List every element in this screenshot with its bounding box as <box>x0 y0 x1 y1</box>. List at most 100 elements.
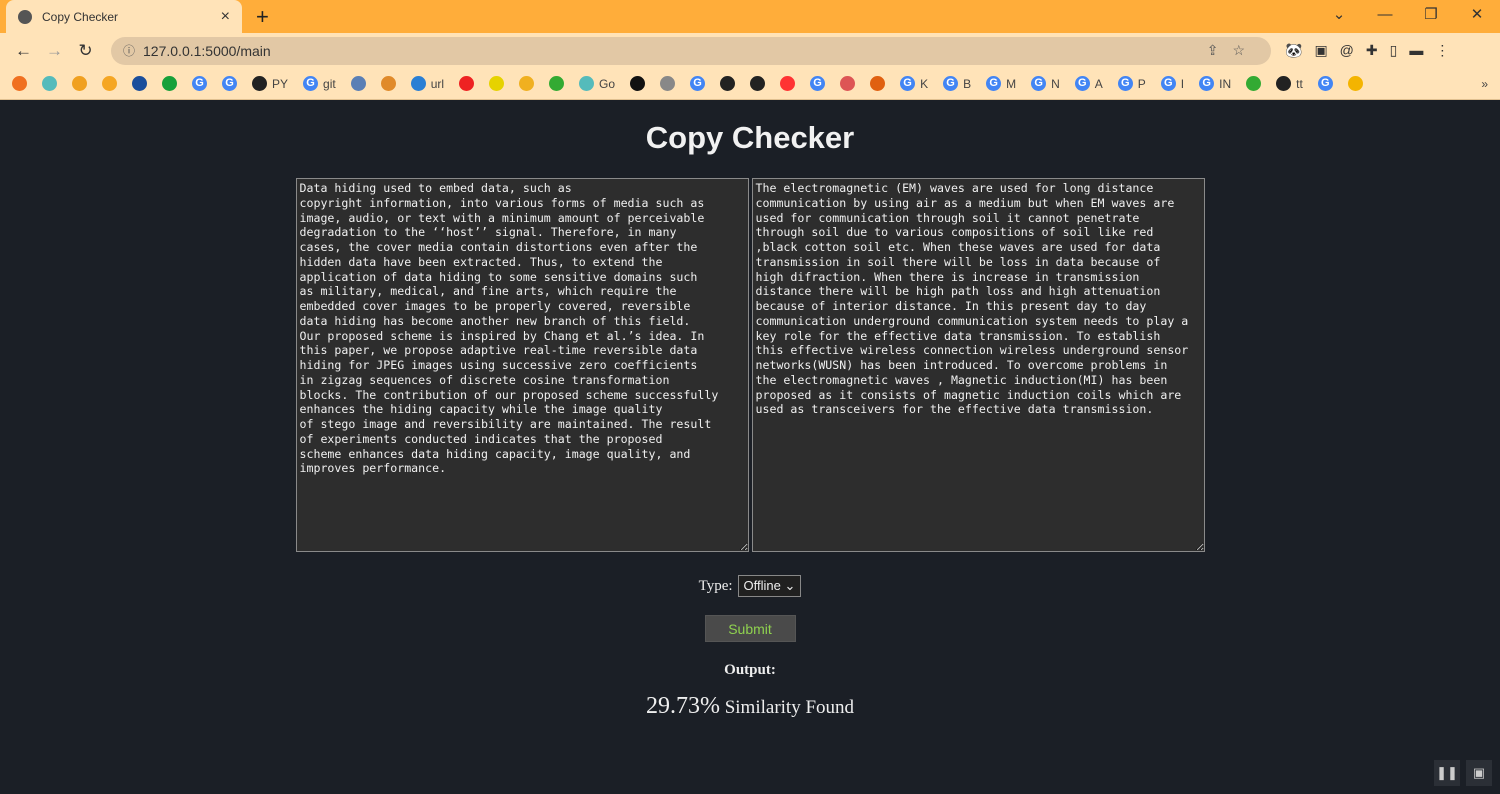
bookmark-item[interactable] <box>132 76 147 91</box>
type-select[interactable]: Offline ⌄ <box>737 575 802 597</box>
google-icon: G <box>690 76 706 91</box>
bookmark-item[interactable] <box>489 76 505 91</box>
bookmark-item[interactable] <box>870 76 886 91</box>
submit-button[interactable]: Submit <box>704 615 796 642</box>
bookmark-item[interactable]: G <box>192 76 207 91</box>
info-icon[interactable]: ⓘ <box>123 42 135 59</box>
minimize-button[interactable]: — <box>1362 0 1408 30</box>
bookmark-item[interactable]: PY <box>252 76 288 91</box>
restore-button[interactable]: ❐ <box>1408 0 1454 30</box>
side-panel-icon[interactable]: ▯ <box>1390 42 1398 59</box>
extensions-puzzle-icon[interactable]: ✚ <box>1366 42 1378 59</box>
panda-extension-icon[interactable]: 🐼 <box>1285 42 1302 59</box>
bookmark-item[interactable]: Go <box>579 76 615 91</box>
number-3-icon <box>162 76 177 91</box>
google-icon: G <box>900 76 916 91</box>
tab-search-icon[interactable]: ⌄ <box>1316 0 1362 30</box>
bookmark-label: I <box>1180 76 1185 91</box>
bookmark-item[interactable] <box>720 76 736 91</box>
bookmark-item[interactable]: G <box>222 76 237 91</box>
record-extension-icon[interactable]: ▬ <box>1409 42 1423 59</box>
text-input-2[interactable]: The electromagnetic (EM) waves are used … <box>751 178 1205 552</box>
figure-icon <box>660 76 676 91</box>
bookmark-item[interactable] <box>840 76 856 91</box>
google-icon: G <box>222 76 237 91</box>
bookmark-item[interactable]: G <box>1317 76 1333 91</box>
star-icon[interactable]: ☆ <box>1232 42 1259 58</box>
bookmark-item[interactable] <box>750 76 766 91</box>
address-bar[interactable]: ⓘ 127.0.0.1:5000/main ⇪☆ <box>111 36 1271 65</box>
bookmark-label: A <box>1094 76 1103 91</box>
pause-icon[interactable]: ❚❚ <box>1434 760 1460 786</box>
google-icon: G <box>1160 76 1176 91</box>
bookmark-item[interactable]: GN <box>1031 76 1060 91</box>
type-selected-value: Offline <box>743 578 781 593</box>
bookmark-item[interactable] <box>1246 76 1262 91</box>
diamond-icon <box>12 76 27 91</box>
shield-icon <box>579 76 595 91</box>
google-icon: G <box>1317 76 1333 91</box>
google-icon: G <box>1031 76 1047 91</box>
bookmark-item[interactable] <box>72 76 87 91</box>
bookmark-label: K <box>920 76 929 91</box>
back-button[interactable]: ← <box>8 41 39 61</box>
google-icon: G <box>943 76 959 91</box>
bookmark-label: git <box>323 76 336 91</box>
bookmark-item[interactable] <box>12 76 27 91</box>
wifi-icon <box>410 76 426 91</box>
bookmark-item[interactable]: G <box>810 76 826 91</box>
new-tab-button[interactable]: + <box>256 4 269 30</box>
google-icon: G <box>986 76 1002 91</box>
bookmark-item[interactable]: GA <box>1074 76 1103 91</box>
bookmark-label: N <box>1051 76 1060 91</box>
bookmark-item[interactable]: GP <box>1117 76 1146 91</box>
share-icon[interactable]: ⇪ <box>1207 42 1233 58</box>
profile-extension-icon[interactable]: ▣ <box>1314 42 1327 59</box>
bookmark-item[interactable]: tt <box>1276 76 1303 91</box>
bookmark-item[interactable] <box>380 76 396 91</box>
more-bookmarks-icon[interactable]: » <box>1481 77 1488 91</box>
bookmark-item[interactable]: GI <box>1160 76 1185 91</box>
plug-icon <box>350 76 366 91</box>
bookmark-item[interactable]: Ggit <box>303 76 336 91</box>
reload-button[interactable]: ↻ <box>70 41 101 61</box>
bookmark-item[interactable]: GB <box>943 76 971 91</box>
bus-icon <box>1276 76 1292 91</box>
bookmark-item[interactable] <box>102 76 117 91</box>
bookmark-item[interactable] <box>459 76 475 91</box>
pinwheel-icon <box>1347 76 1363 91</box>
bookmark-item[interactable] <box>549 76 565 91</box>
menu-icon[interactable]: ⋮ <box>1435 42 1449 59</box>
close-tab-icon[interactable]: × <box>221 8 230 26</box>
page-title: Copy Checker <box>645 120 855 155</box>
yandex-icon <box>780 76 796 91</box>
bookmark-item[interactable] <box>42 76 57 91</box>
github-icon <box>252 76 267 91</box>
speaker-icon <box>1246 76 1262 91</box>
bookmark-label: IN <box>1219 76 1232 91</box>
ieee-icon <box>132 76 147 91</box>
close-window-button[interactable]: ✕ <box>1454 0 1500 30</box>
bookmark-item[interactable] <box>660 76 676 91</box>
bookmark-item[interactable] <box>350 76 366 91</box>
at-extension-icon[interactable]: @ <box>1340 42 1354 59</box>
bookmark-item[interactable] <box>162 76 177 91</box>
bookmark-item[interactable] <box>1347 76 1363 91</box>
bookmark-item[interactable] <box>630 76 646 91</box>
similarity-percent: 29.73% <box>645 693 720 719</box>
bookmark-item[interactable]: GK <box>900 76 928 91</box>
google-icon: G <box>1117 76 1133 91</box>
chevron-down-icon: ⌄ <box>784 578 796 593</box>
forward-button[interactable]: → <box>39 41 70 61</box>
bookmark-item[interactable]: GM <box>986 76 1016 91</box>
bookmark-item[interactable]: url <box>410 76 444 91</box>
bookmark-item[interactable]: G IN <box>1199 76 1231 91</box>
globe-icon <box>720 76 736 91</box>
bookmark-item[interactable] <box>780 76 796 91</box>
bookmark-label: P <box>1137 76 1146 91</box>
browser-tab[interactable]: Copy Checker × <box>6 0 242 33</box>
bookmark-item[interactable] <box>519 76 535 91</box>
picture-icon[interactable]: ▣ <box>1466 760 1492 786</box>
text-input-1[interactable]: Data hiding used to embed data, such as … <box>295 178 749 552</box>
bookmark-item[interactable]: G <box>690 76 706 91</box>
